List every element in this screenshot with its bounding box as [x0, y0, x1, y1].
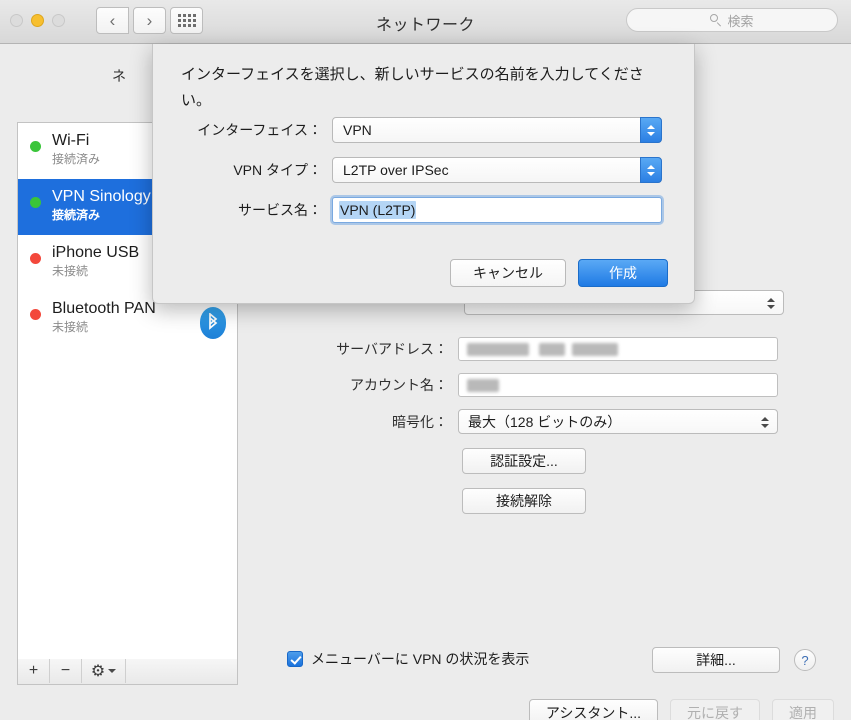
sheet-message: インターフェイスを選択し、新しいサービスの名前を入力してください。 — [181, 66, 644, 109]
create-button[interactable]: 作成 — [578, 259, 668, 287]
encryption-popup[interactable]: 最大（128 ビットのみ） — [458, 409, 778, 434]
service-actions-button[interactable]: ⚙ — [82, 659, 126, 683]
vpn-type-row: VPN タイプ： L2TP over IPSec — [177, 157, 662, 183]
stepper-arrows-icon[interactable] — [640, 117, 662, 143]
service-name-row: サービス名： VPN (L2TP) — [177, 197, 662, 223]
search-input[interactable]: 検索 — [626, 8, 838, 32]
redacted-value — [467, 379, 499, 392]
account-name-field[interactable] — [458, 373, 778, 397]
apply-label: 適用 — [789, 705, 817, 720]
search-icon — [710, 14, 722, 26]
interface-value: VPN — [343, 122, 372, 138]
stepper-arrows-icon — [759, 414, 770, 431]
service-name-label: サービス名： — [238, 202, 322, 218]
show-vpn-status-label: メニューバーに VPN の状況を表示 — [311, 651, 530, 667]
plus-icon: + — [28, 662, 39, 679]
assistant-button[interactable]: アシスタント... — [528, 699, 658, 720]
server-address-field[interactable] — [458, 337, 778, 361]
new-service-sheet: インターフェイスを選択し、新しいサービスの名前を入力してください。 インターフェ… — [152, 44, 695, 304]
window-titlebar: ‹ › ネットワーク 検索 — [0, 0, 851, 44]
encryption-value: 最大（128 ビットのみ） — [468, 413, 622, 430]
service-name-input[interactable]: VPN (L2TP) — [332, 197, 662, 223]
interface-popup[interactable]: VPN — [332, 117, 662, 143]
chevron-down-icon — [108, 669, 117, 673]
encryption-label: 暗号化： — [392, 413, 448, 430]
minus-icon: − — [60, 662, 71, 679]
disconnect-button[interactable]: 接続解除 — [462, 488, 586, 514]
status-dot-icon — [30, 253, 41, 264]
bluetooth-icon — [200, 307, 226, 339]
vpn-type-popup[interactable]: L2TP over IPSec — [332, 157, 662, 183]
add-service-button[interactable]: + — [18, 659, 50, 683]
gear-icon: ⚙ — [90, 663, 106, 680]
sheet-button-row: キャンセル 作成 — [450, 259, 668, 287]
encryption-row: 暗号化： 最大（128 ビットのみ） — [252, 409, 778, 434]
redacted-value — [572, 343, 618, 356]
service-name-value: VPN (L2TP) — [339, 201, 417, 219]
revert-button: 元に戻す — [670, 699, 760, 720]
status-dot-icon — [30, 141, 41, 152]
advanced-button[interactable]: 詳細... — [652, 647, 780, 673]
create-label: 作成 — [609, 265, 637, 281]
account-name-row: アカウント名： — [252, 373, 778, 397]
assistant-label: アシスタント... — [545, 705, 641, 720]
advanced-label: 詳細... — [696, 652, 736, 668]
status-dot-icon — [30, 309, 41, 320]
network-preferences-window: ‹ › ネットワーク 検索 ネ Wi-Fi 接続済み VPN Sinology … — [0, 0, 851, 720]
apply-button: 適用 — [772, 699, 834, 720]
disconnect-label: 接続解除 — [496, 493, 552, 509]
cancel-button[interactable]: キャンセル — [450, 259, 566, 287]
vpn-type-value: L2TP over IPSec — [343, 162, 449, 178]
show-vpn-status-row[interactable]: メニューバーに VPN の状況を表示 — [287, 649, 529, 669]
bottom-button-bar: アシスタント... 元に戻す 適用 — [0, 699, 851, 720]
stepper-arrows-icon — [765, 295, 776, 312]
revert-label: 元に戻す — [687, 705, 743, 720]
interface-row: インターフェイス： VPN — [177, 117, 662, 143]
auth-settings-label: 認証設定... — [490, 453, 558, 469]
search-placeholder: 検索 — [727, 13, 754, 29]
auth-settings-button[interactable]: 認証設定... — [462, 448, 586, 474]
account-name-label: アカウント名： — [350, 377, 448, 393]
server-address-label: サーバアドレス： — [336, 341, 448, 357]
network-environment-label: ネ — [112, 68, 126, 84]
show-vpn-status-checkbox[interactable] — [287, 651, 303, 667]
redacted-value — [539, 343, 565, 356]
help-button[interactable]: ? — [794, 649, 816, 671]
cancel-label: キャンセル — [473, 265, 543, 281]
stepper-arrows-icon[interactable] — [640, 157, 662, 183]
vpn-type-label: VPN タイプ： — [233, 162, 322, 178]
status-dot-icon — [30, 197, 41, 208]
question-mark-icon: ? — [801, 652, 809, 668]
interface-label: インターフェイス： — [197, 122, 322, 138]
server-address-row: サーバアドレス： — [252, 337, 778, 361]
remove-service-button[interactable]: − — [50, 659, 82, 683]
redacted-value — [467, 343, 529, 356]
service-list-toolbar: + − ⚙ — [17, 659, 238, 685]
